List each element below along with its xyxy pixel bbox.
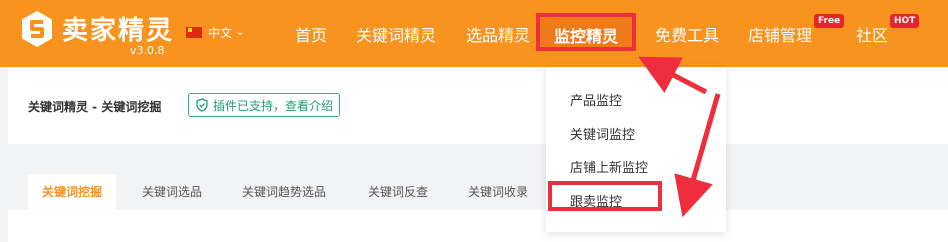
monitor-dropdown-menu: 产品监控 关键词监控 店铺上新监控 跟卖监控 [546,67,726,232]
menu-item-product-monitor[interactable]: 产品监控 [570,90,622,109]
tab-keyword-trend-selection[interactable]: 关键词趋势选品 [242,174,326,210]
nav-keyword-wizard[interactable]: 关键词精灵 [356,22,436,46]
top-navigation-bar: 卖家精灵 v3.0.8 中文 ⌄ 首页 关键词精灵 选品精灵 监控精灵 免费工具… [0,0,948,67]
brand-name[interactable]: 卖家精灵 [62,10,174,47]
version-label: v3.0.8 [130,44,165,57]
nav-product-wizard[interactable]: 选品精灵 [466,22,530,46]
tab-keyword-reverse-lookup[interactable]: 关键词反查 [368,174,428,210]
tab-keyword-indexing[interactable]: 关键词收录 [468,174,528,210]
menu-item-highlight-box [548,181,662,211]
nav-monitor-wizard[interactable]: 监控精灵 [536,13,636,51]
tab-keyword-product-selection[interactable]: 关键词选品 [142,174,202,210]
nav-home[interactable]: 首页 [295,22,327,46]
breadcrumb-panel: 关键词精灵 - 关键词挖掘 插件已支持，查看介绍 [8,67,948,144]
language-label: 中文 [208,26,233,40]
tab-keyword-mining[interactable]: 关键词挖掘 [28,174,117,210]
content-panel [8,210,948,242]
hot-badge: HOT [890,14,920,28]
nav-monitor-wizard-label: 监控精灵 [553,27,618,46]
plugin-support-label: 插件已支持，查看介绍 [213,98,334,113]
tab-bar: 关键词挖掘 关键词选品 关键词趋势选品 关键词反查 关键词收录 [8,174,948,210]
shield-check-icon [196,98,208,112]
plugin-support-tag[interactable]: 插件已支持，查看介绍 [188,93,341,117]
language-selector[interactable]: 中文 ⌄ [186,24,244,41]
flag-cn-icon [186,27,202,38]
breadcrumb: 关键词精灵 - 关键词挖掘 [28,100,162,114]
nav-store-management[interactable]: 店铺管理 [748,22,812,46]
nav-community[interactable]: 社区 [856,22,888,46]
nav-free-tools[interactable]: 免费工具 [655,22,719,46]
menu-item-keyword-monitor[interactable]: 关键词监控 [570,124,635,143]
chevron-down-icon: ⌄ [236,27,245,38]
free-badge: Free [814,14,845,28]
logo-icon[interactable] [20,10,54,48]
menu-item-store-new-listing-monitor[interactable]: 店铺上新监控 [570,157,648,176]
